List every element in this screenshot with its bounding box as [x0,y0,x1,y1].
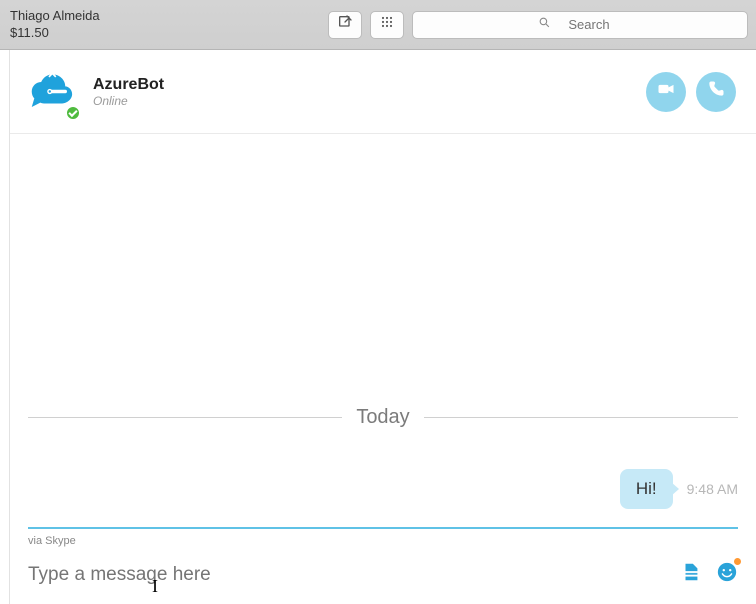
chat-body: Today Hi! 9:48 AM via Skype [10,134,756,604]
compose-icon [337,14,353,35]
current-user-name: Thiago Almeida [10,8,328,25]
audio-call-button[interactable] [696,72,736,112]
contact-avatar[interactable] [24,64,79,119]
chat-scroll[interactable]: Today Hi! 9:48 AM [28,134,738,527]
contact-name: AzureBot [93,76,164,94]
message-row: Hi! 9:48 AM [28,469,738,509]
top-actions [328,11,748,39]
current-user-block[interactable]: Thiago Almeida $11.50 [8,8,328,42]
contact-status: Online [93,94,164,108]
contact-header: AzureBot Online [10,50,756,134]
message-text: Hi! [636,479,657,498]
send-file-button[interactable] [680,561,702,588]
compose-button[interactable] [328,11,362,39]
video-call-button[interactable] [646,72,686,112]
dialpad-icon [379,14,395,35]
message-time: 9:48 AM [687,481,738,497]
search-input[interactable] [412,11,748,39]
composer-wrap: via Skype [28,527,738,604]
dialpad-button[interactable] [370,11,404,39]
call-buttons [646,72,736,112]
file-icon [680,570,702,587]
via-label: via Skype [28,535,738,547]
main-panel: AzureBot Online T [10,50,756,604]
date-label: Today [342,406,423,429]
sidebar-sliver [0,50,10,604]
emoji-button[interactable] [716,561,738,588]
search-wrap [412,11,748,39]
composer: I [28,561,738,604]
emoji-icon [716,570,738,587]
credit-balance: $11.50 [10,25,328,42]
notification-dot [734,558,741,565]
phone-icon [706,79,726,104]
message-bubble[interactable]: Hi! [620,469,673,509]
presence-indicator [65,105,81,121]
video-icon [656,79,676,104]
contact-info: AzureBot Online [93,76,164,108]
date-separator: Today [28,406,738,429]
top-bar: Thiago Almeida $11.50 [0,0,756,50]
message-input[interactable] [28,564,680,586]
